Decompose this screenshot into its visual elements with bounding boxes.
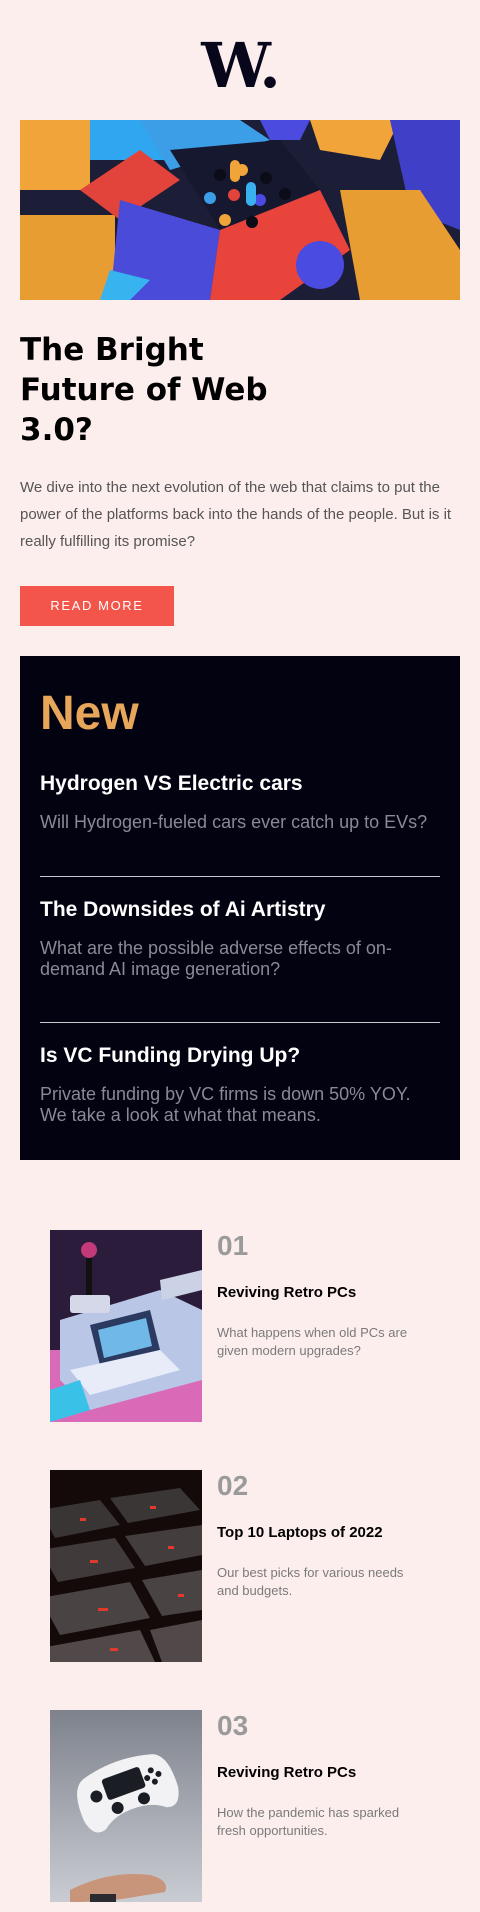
new-section-heading: New bbox=[40, 687, 139, 740]
new-item-vc-funding[interactable]: Is VC Funding Drying Up? Private funding… bbox=[40, 1044, 440, 1126]
article-card-01[interactable]: 01 Reviving Retro PCs What happens when … bbox=[50, 1230, 450, 1422]
new-item-description: Private funding by VC firms is down 50% … bbox=[40, 1084, 411, 1125]
hero-description: We dive into the next evolution of the w… bbox=[20, 479, 452, 550]
article-description: How the pandemic has sparked fresh oppor… bbox=[217, 1805, 400, 1838]
article-card-02[interactable]: 02 Top 10 Laptops of 2022 Our best picks… bbox=[50, 1470, 450, 1662]
article-title[interactable]: Top 10 Laptops of 2022 bbox=[217, 1524, 383, 1541]
new-item-hydrogen[interactable]: Hydrogen VS Electric cars Will Hydrogen-… bbox=[40, 772, 440, 833]
article-title[interactable]: Reviving Retro PCs bbox=[217, 1284, 356, 1301]
hero-title: The Bright Future of Web 3.0? bbox=[20, 332, 268, 448]
article-thumbnail[interactable] bbox=[50, 1470, 202, 1662]
article-number: 02 bbox=[217, 1470, 249, 1501]
new-item-description: What are the possible adverse effects of… bbox=[40, 938, 392, 979]
article-thumbnail[interactable] bbox=[50, 1230, 202, 1422]
newsletter-page: W. The Bright Future of Web 3.0? We dive… bbox=[0, 0, 480, 1912]
abstract-3d-blocks-illustration bbox=[20, 120, 460, 300]
hero-image bbox=[20, 120, 460, 300]
new-item-description: Will Hydrogen-fueled cars ever catch up … bbox=[40, 812, 428, 832]
read-more-button[interactable]: READ MORE bbox=[20, 586, 174, 626]
new-item-title[interactable]: Is VC Funding Drying Up? bbox=[40, 1044, 440, 1068]
new-item-title[interactable]: Hydrogen VS Electric cars bbox=[40, 772, 440, 796]
game-controller-image bbox=[50, 1710, 202, 1902]
divider bbox=[40, 876, 440, 877]
brand-logo[interactable]: W. bbox=[0, 34, 480, 98]
new-item-title[interactable]: The Downsides of Ai Artistry bbox=[40, 898, 440, 922]
divider bbox=[40, 1022, 440, 1023]
article-number: 03 bbox=[217, 1710, 249, 1741]
new-section: New Hydrogen VS Electric cars Will Hydro… bbox=[20, 656, 460, 1160]
article-number: 01 bbox=[217, 1230, 249, 1261]
article-thumbnail[interactable] bbox=[50, 1710, 202, 1902]
article-title[interactable]: Reviving Retro PCs bbox=[217, 1764, 356, 1781]
article-card-03[interactable]: 03 Reviving Retro PCs How the pandemic h… bbox=[50, 1710, 450, 1902]
article-description: Our best picks for various needs and bud… bbox=[217, 1565, 404, 1598]
article-description: What happens when old PCs are given mode… bbox=[217, 1325, 408, 1358]
laptop-keyboard-image bbox=[50, 1470, 202, 1662]
retro-computer-image bbox=[50, 1230, 202, 1422]
new-item-ai-artistry[interactable]: The Downsides of Ai Artistry What are th… bbox=[40, 898, 440, 980]
